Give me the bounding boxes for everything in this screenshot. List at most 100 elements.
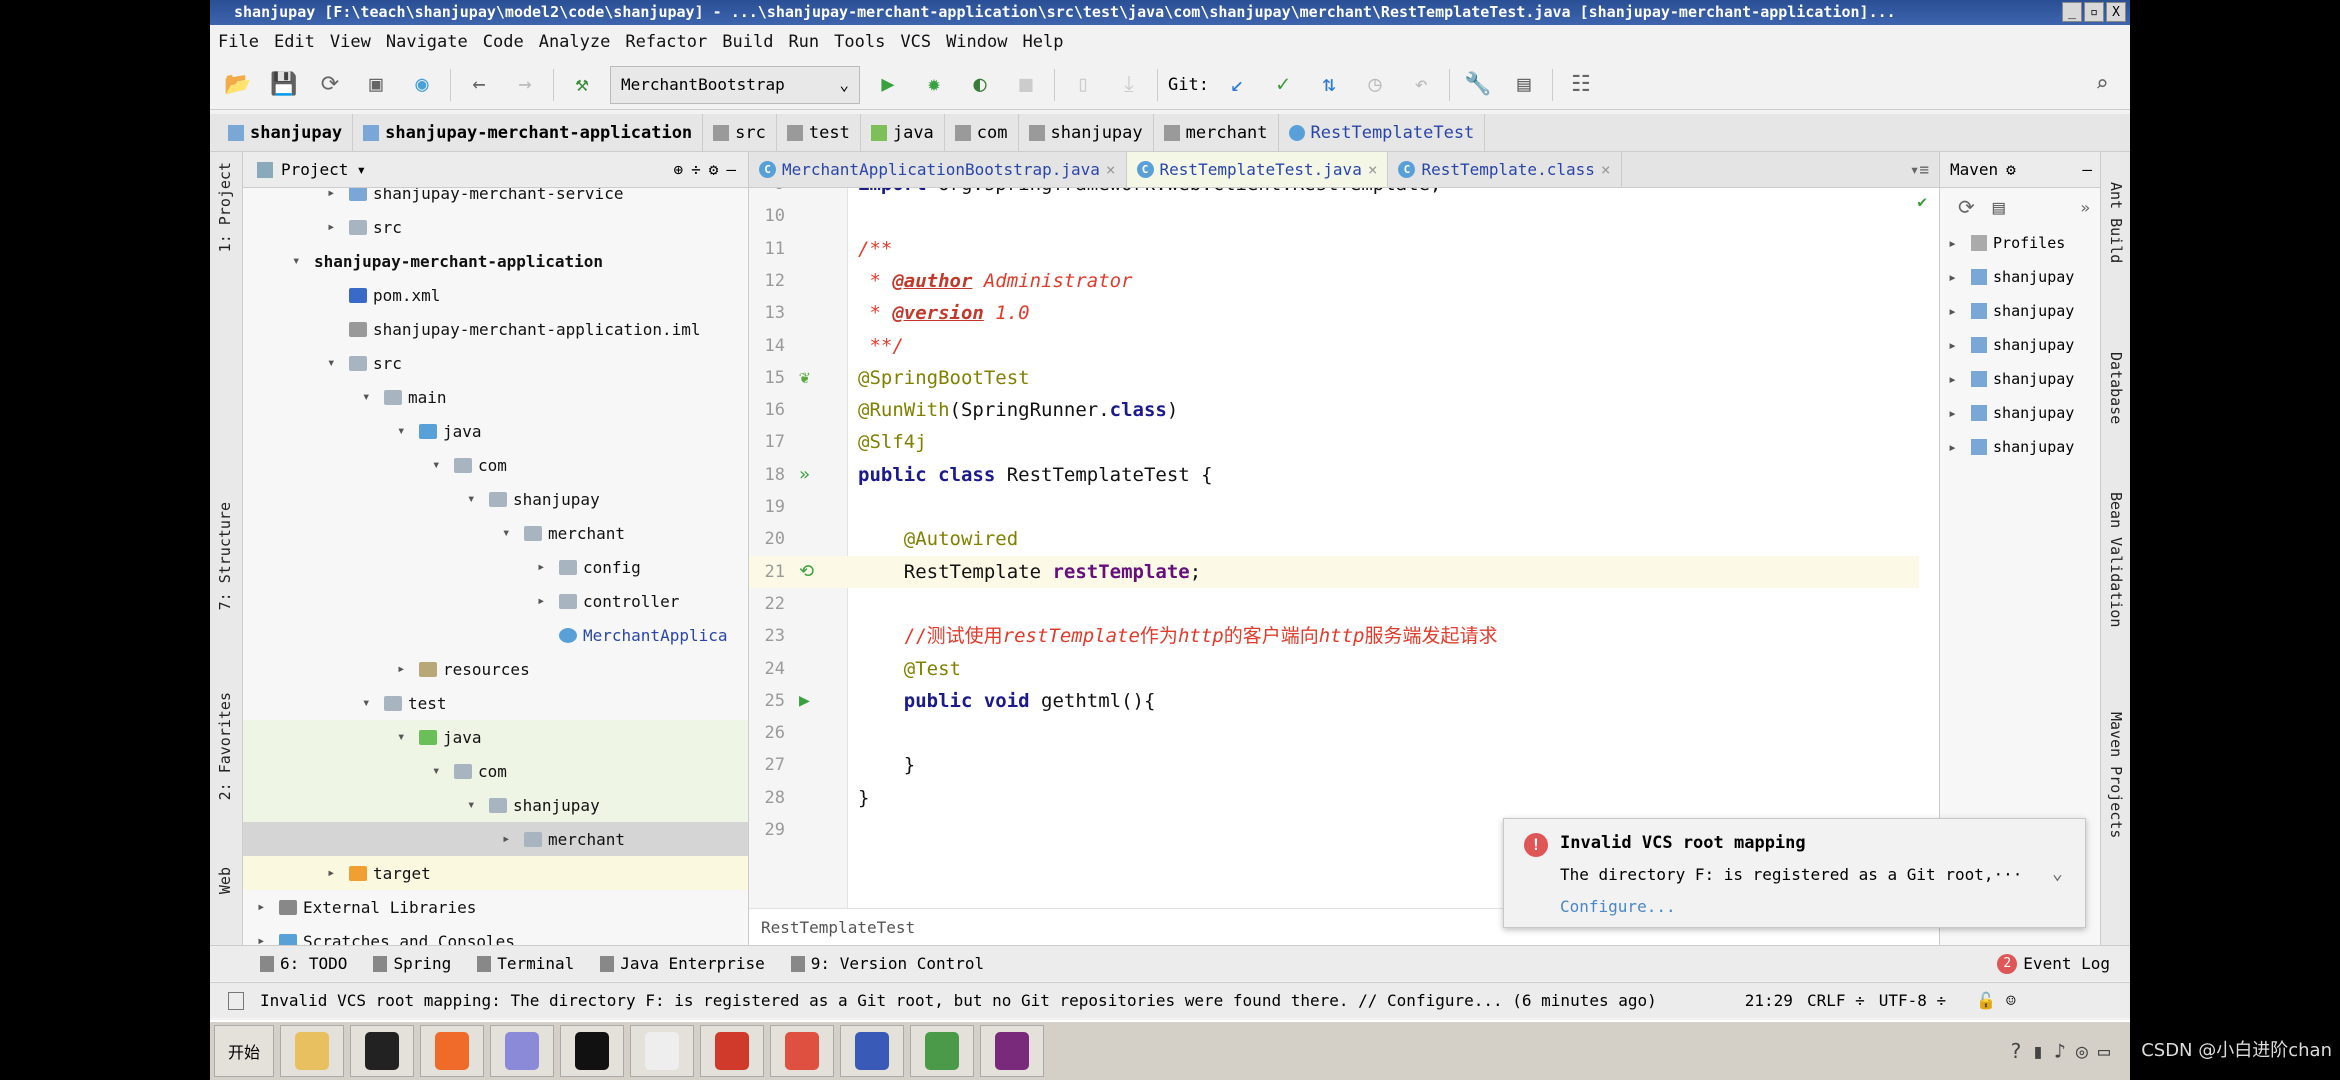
tree-item[interactable]: ▾ main: [243, 380, 748, 414]
breadcrumb-item[interactable]: java: [861, 114, 945, 151]
code-line[interactable]: 26: [749, 717, 1919, 749]
build-hammer-icon[interactable]: ⚒: [564, 67, 600, 103]
run-icon[interactable]: ▶: [870, 67, 906, 103]
menu-code[interactable]: Code: [483, 32, 524, 52]
back-icon[interactable]: ←: [461, 67, 497, 103]
event-log-button[interactable]: 2 Event Log: [1997, 953, 2110, 974]
tree-item[interactable]: shanjupay-merchant-application.iml: [243, 312, 748, 346]
status-toggle-icon[interactable]: [228, 991, 244, 1010]
collapse-icon[interactable]: ÷: [691, 160, 701, 179]
start-button[interactable]: 开始: [214, 1025, 274, 1077]
tree-item[interactable]: ▸ merchant: [243, 822, 748, 856]
tool-tab[interactable]: Java Enterprise: [600, 954, 765, 973]
folder-icon[interactable]: ▣: [358, 67, 394, 103]
taskbar-redis[interactable]: [700, 1025, 764, 1077]
settings-wrench-icon[interactable]: 🔧: [1460, 67, 1496, 103]
configure-link[interactable]: Configure...: [1560, 897, 1676, 916]
code-line[interactable]: 25 ▶ public void gethtml(){: [749, 685, 1919, 717]
code-line[interactable]: 18 » public class RestTemplateTest {: [749, 459, 1919, 491]
maven-item[interactable]: ▸ shanjupay: [1940, 362, 2074, 396]
tree-item[interactable]: ▸ External Libraries: [243, 890, 748, 924]
menu-run[interactable]: Run: [788, 32, 819, 52]
chevron-right-icon[interactable]: ▸: [1948, 438, 1957, 456]
volume-icon[interactable]: ♪: [2054, 1039, 2066, 1063]
tree-item[interactable]: ▸ config: [243, 550, 748, 584]
lock-icon[interactable]: 🔓: [1976, 991, 1996, 1010]
tool-tab[interactable]: 9: Version Control: [790, 954, 984, 973]
revert-icon[interactable]: ↶: [1403, 67, 1439, 103]
menu-window[interactable]: Window: [946, 32, 1007, 52]
bean-gutter-icon[interactable]: ⟲: [799, 556, 814, 588]
tree-item[interactable]: ▾ java: [243, 720, 748, 754]
close-button[interactable]: X: [2106, 2, 2126, 22]
hide-icon[interactable]: —: [2082, 160, 2092, 179]
tree-item[interactable]: ▾ com: [243, 448, 748, 482]
taskbar-postman[interactable]: [420, 1025, 484, 1077]
more-icon[interactable]: »: [2080, 198, 2090, 217]
tree-item[interactable]: MerchantApplica: [243, 618, 748, 652]
gear-icon[interactable]: ⚙: [2006, 160, 2016, 179]
tool-project[interactable]: 1: Project: [216, 162, 234, 252]
maven-item[interactable]: ▸ shanjupay: [1940, 260, 2074, 294]
tree-item[interactable]: ▾ merchant: [243, 516, 748, 550]
maven-item[interactable]: ▸ shanjupay: [1940, 294, 2074, 328]
run-gutter-icon[interactable]: ▶: [799, 685, 810, 717]
chevron-right-icon[interactable]: ▸: [327, 865, 335, 881]
locate-icon[interactable]: ⊕: [673, 160, 683, 179]
tool-bean-validation[interactable]: Bean Validation: [2107, 492, 2125, 627]
tool-favorites[interactable]: 2: Favorites: [216, 692, 234, 800]
network-icon[interactable]: ▮: [2032, 1039, 2044, 1063]
breadcrumb-item[interactable]: com: [945, 114, 1019, 151]
encoding[interactable]: UTF-8 ÷: [1879, 991, 1946, 1010]
run-all-gutter-icon[interactable]: »: [799, 459, 810, 491]
menu-navigate[interactable]: Navigate: [386, 32, 468, 52]
tasks-icon[interactable]: ☷: [1563, 67, 1599, 103]
spring-gutter-icon[interactable]: ❦: [799, 362, 810, 394]
close-tab-icon[interactable]: ×: [1106, 160, 1116, 179]
close-tab-icon[interactable]: ×: [1601, 160, 1611, 179]
status-message[interactable]: Invalid VCS root mapping: The directory …: [260, 991, 1657, 1010]
chevron-right-icon[interactable]: ▸: [327, 188, 335, 201]
tool-database[interactable]: Database: [2107, 352, 2125, 424]
tree-item[interactable]: ▾ shanjupay: [243, 482, 748, 516]
code-line[interactable]: 17 @Slf4j: [749, 426, 1919, 458]
gear-icon[interactable]: ⚙: [709, 160, 719, 179]
maven-item[interactable]: ▸ shanjupay: [1940, 430, 2074, 464]
save-icon[interactable]: 💾: [266, 67, 302, 103]
code-line[interactable]: 21 ⟲ RestTemplate restTemplate;: [749, 555, 1919, 588]
add-project-icon[interactable]: ▤: [1993, 195, 2005, 219]
code-line[interactable]: 22: [749, 588, 1919, 620]
taskbar-remote[interactable]: [840, 1025, 904, 1077]
tool-web[interactable]: Web: [216, 867, 234, 894]
code-line[interactable]: 9 import org.springframework.web.client.R…: [749, 188, 1919, 200]
hide-icon[interactable]: —: [726, 160, 736, 179]
taskbar-redis-desktop[interactable]: [770, 1025, 834, 1077]
help-icon[interactable]: ?: [2010, 1039, 2022, 1063]
chevron-down-icon[interactable]: ▾: [467, 491, 475, 507]
breadcrumb-item[interactable]: src: [703, 114, 777, 151]
chevron-down-icon[interactable]: ▾: [432, 457, 440, 473]
chevron-right-icon[interactable]: ▸: [327, 219, 335, 235]
breadcrumb-item[interactable]: shanjupay: [1019, 114, 1154, 151]
git-compare-icon[interactable]: ⇅: [1311, 67, 1347, 103]
menu-refactor[interactable]: Refactor: [625, 32, 707, 52]
code-line[interactable]: 12 * @author Administrator: [749, 265, 1919, 297]
git-commit-icon[interactable]: ✓: [1265, 67, 1301, 103]
tree-item[interactable]: ▾ com: [243, 754, 748, 788]
code-line[interactable]: 13 * @version 1.0: [749, 297, 1919, 329]
taskbar-sublime[interactable]: [490, 1025, 554, 1077]
chevron-down-icon[interactable]: ▾: [397, 423, 405, 439]
code-line[interactable]: 27 }: [749, 749, 1919, 781]
search-icon[interactable]: ⌕: [2084, 67, 2120, 103]
security-360-icon[interactable]: ◎: [2076, 1039, 2088, 1063]
chevron-down-icon[interactable]: ▾: [327, 355, 335, 371]
tool-structure[interactable]: 7: Structure: [216, 502, 234, 610]
breadcrumb-item[interactable]: RestTemplateTest: [1279, 114, 1486, 151]
maven-item[interactable]: ▸ Profiles: [1940, 226, 2065, 260]
code-line[interactable]: 16 @RunWith(SpringRunner.class): [749, 394, 1919, 426]
history-icon[interactable]: ◷: [1357, 67, 1393, 103]
tab-list-icon[interactable]: ▾≡: [1910, 160, 1929, 179]
project-view-dropdown[interactable]: Project: [281, 160, 348, 179]
maven-item[interactable]: ▸ shanjupay: [1940, 328, 2074, 362]
tool-tab[interactable]: Terminal: [477, 954, 574, 973]
